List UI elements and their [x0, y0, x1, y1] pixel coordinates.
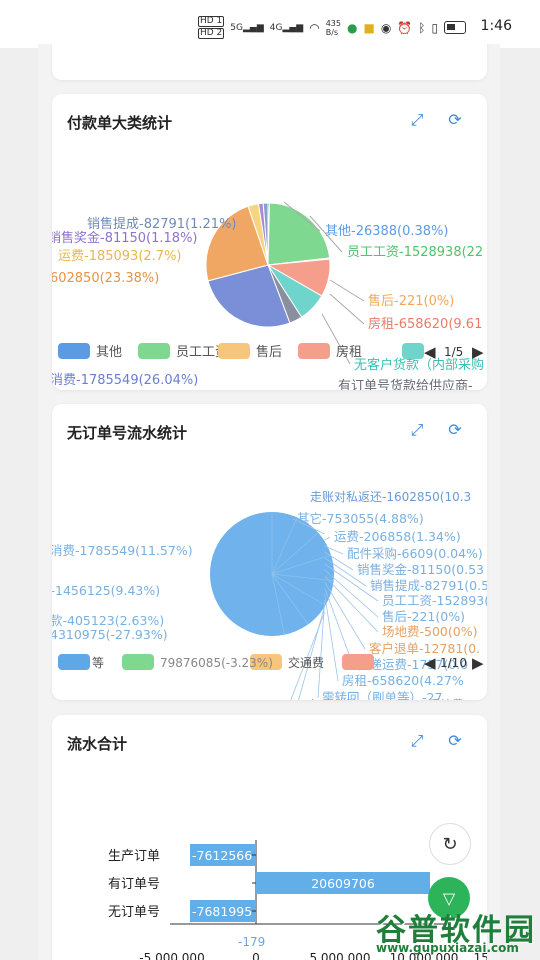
category-label: 生产订单 [108, 849, 160, 864]
slice-label: 加班补贴 [310, 698, 358, 700]
status-time: 1:46 [480, 18, 512, 34]
slice-label: 场地费-500(0%) [382, 624, 477, 639]
network-badge-1: HD 1 [198, 16, 225, 27]
vibrate-icon: ▯ [431, 20, 439, 35]
slice-label: 其它-753055(4.88%) [297, 511, 424, 526]
status-bar: HD 1 HD 2 5G▂▄▆ 4G▂▄▆ ◠ 435 B/s ● ■ ◉ ⏰ … [0, 0, 540, 48]
slice-label: 商-1456125(9.43%) [52, 583, 160, 598]
category-label: 无订单号 [108, 905, 160, 920]
payment-pie-chart: 其他-26388(0.38%) 员工工资-1528938(22 售后-221(0%)… [52, 201, 484, 390]
leader-line [324, 536, 331, 541]
legend-label[interactable]: 房租 [336, 344, 362, 360]
slice-label: 销售提成-82791(1.21%) [87, 216, 237, 232]
legend-swatch[interactable] [402, 343, 424, 359]
category-label: 有订单号 [108, 877, 160, 892]
speed-value: 435 [325, 18, 341, 28]
slice-label: 运费-185093(2.7%) [58, 249, 182, 264]
signal-4g-label: 4G [269, 22, 283, 33]
signal-5g-icon: 5G▂▄▆ [230, 22, 264, 33]
legend-page: 1/10 [440, 656, 467, 670]
slice-label: 销售提成-82791(0.5 [370, 578, 487, 593]
legend-swatch[interactable] [122, 654, 154, 670]
no-order-pie-chart: 走账对私返还-1602850(10.3 其它-753055(4.88%) 运费-20… [52, 490, 487, 700]
wifi-icon: ◠ [309, 20, 320, 35]
slice-label: 房租-658620(9.61 [368, 316, 482, 332]
network-badge-2: HD 2 [198, 28, 225, 39]
refresh-icon: ↻ [442, 833, 458, 855]
slice-label: 运费-206858(1.34%) [334, 529, 461, 544]
legend-next-icon[interactable]: ▶ [472, 654, 484, 672]
slice-label: 员工工资-1528938(22 [347, 245, 483, 260]
legend-swatch[interactable] [138, 343, 170, 359]
slice-label: 己-1602850(23.38%) [52, 271, 159, 286]
slice-label: 其他-26388(0.38%) [325, 224, 449, 239]
battery-icon [444, 21, 467, 34]
floating-refresh-button[interactable]: ↻ [429, 823, 471, 865]
slice-label: 消费-1785549(11.57%) [52, 543, 193, 558]
slice-label: 手续费- [428, 698, 468, 700]
pie-slice[interactable] [267, 202, 331, 266]
leader-line [329, 293, 365, 325]
slice-label: 售后-221(0%) [368, 293, 454, 309]
slice-label: 走账对私返还-1602850(10.3 [310, 490, 471, 504]
signal-4g-icon: 4G▂▄▆ [269, 22, 304, 33]
leader-line [324, 581, 366, 650]
previous-card [52, 44, 487, 80]
status-icons: HD 1 HD 2 5G▂▄▆ 4G▂▄▆ ◠ 435 B/s ● ■ ◉ ⏰ … [198, 16, 467, 39]
legend-label[interactable]: 交通费 [288, 655, 324, 670]
legend-swatch[interactable] [58, 343, 90, 359]
slice-label: 消费-1785549(26.04%) [52, 373, 198, 388]
legend-swatch[interactable] [218, 343, 250, 359]
watermark-logo: 谷普软件园 www.gupuxiazai.com [376, 905, 536, 957]
slice-label: 有订单号货款给供应商- [338, 378, 473, 390]
legend-swatch[interactable] [298, 343, 330, 359]
slice-label: 无客户货款（内部采购 [354, 357, 484, 373]
slice-label: 售后-221(0%) [382, 609, 465, 624]
slice-label: 款-405123(2.63%) [52, 613, 164, 628]
legend-label[interactable]: 79876085(-3.23%) [160, 656, 273, 670]
bluetooth-icon: ᛒ [418, 20, 426, 35]
value-label: 20609706 [311, 876, 375, 891]
x-tick-label: 0 [252, 951, 260, 960]
legend-prev-icon[interactable]: ◀ [424, 654, 436, 672]
legend-next-icon[interactable]: ▶ [472, 343, 484, 361]
legend-label[interactable]: 售后 [256, 344, 282, 360]
app-content: 付款单大类统计 ⤢ ⟳ 其他-26388(0.38%) 员工工资-1528938(… [38, 44, 500, 960]
legend-page: 1/5 [444, 345, 463, 359]
value-label: -7612566 [192, 848, 252, 863]
watermark-url: www.gupuxiazai.com [376, 941, 519, 955]
payment-category-card: 付款单大类统计 ⤢ ⟳ 其他-26388(0.38%) 员工工资-1528938(… [52, 94, 487, 390]
app-icon-green: ● [347, 20, 358, 35]
legend-label[interactable]: 等 [92, 656, 104, 670]
slice-label: 房租-658620(4.27% [342, 673, 464, 688]
alarm-icon: ⏰ [397, 20, 413, 35]
slice-label: 员工工资-152893( [382, 593, 487, 608]
legend-prev-icon[interactable]: ◀ [424, 343, 436, 361]
slice-label: 销售奖金-81150(1.18%) [52, 230, 198, 246]
signal-5g-label: 5G [230, 22, 243, 33]
eye-icon: ◉ [380, 20, 392, 35]
x-tick-label: -5,000,000 [139, 951, 204, 960]
app-icon-yellow: ■ [363, 20, 375, 35]
value-label: -7681995 [192, 904, 252, 919]
speed-unit: B/s [325, 27, 339, 37]
leader-line [324, 587, 354, 666]
no-order-flow-card: 无订单号流水统计 ⤢ ⟳ 走账对私返还-1602850(10.3 其它-75305… [52, 404, 487, 700]
slice-label: 销售奖金-81150(0.53 [357, 562, 484, 577]
slice-label: 4310975(-27.93%) [52, 627, 168, 642]
slice-label: 配件采购-6609(0.04%) [347, 546, 483, 561]
legend-swatch[interactable] [58, 654, 90, 670]
speed-indicator: 435 B/s [326, 19, 341, 37]
x-tick-label: 5,000,000 [309, 951, 370, 960]
legend-label[interactable]: 其他 [96, 345, 122, 360]
legend-swatch[interactable] [342, 654, 374, 670]
network-badges: HD 1 HD 2 [198, 16, 225, 39]
value-label: -179 [238, 935, 265, 949]
